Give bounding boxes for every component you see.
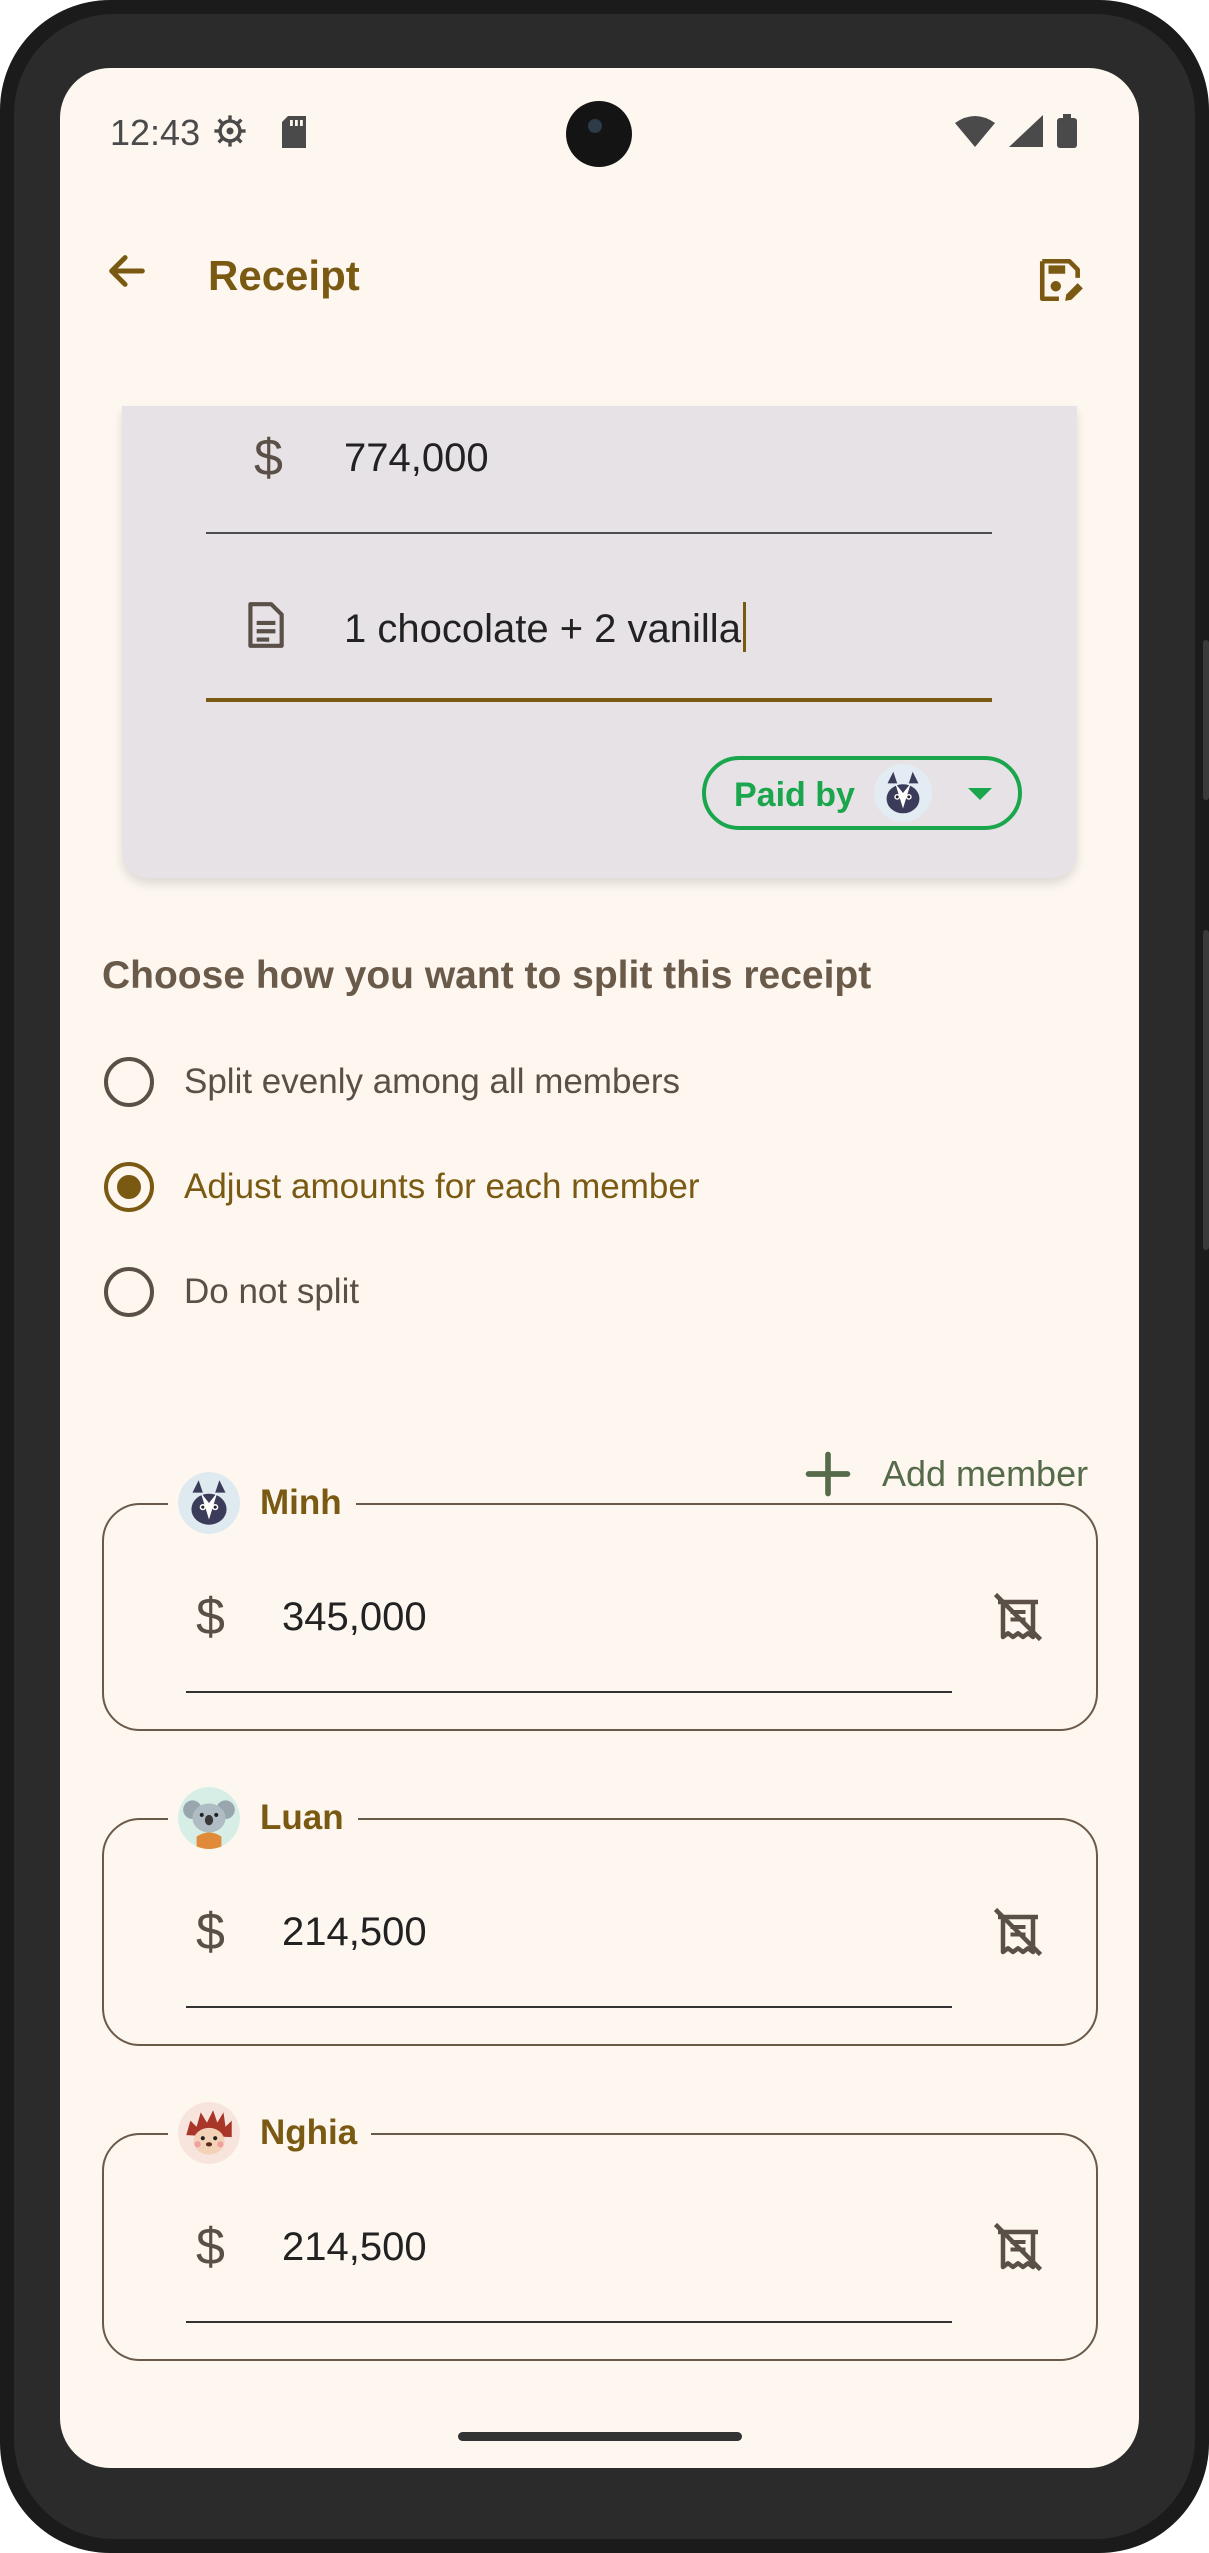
member-card-nghia: Nghia $ 214,500 bbox=[102, 2102, 1098, 2361]
save-edit-icon[interactable] bbox=[1036, 254, 1086, 306]
radio-label: Split evenly among all members bbox=[184, 1062, 681, 1101]
dollar-icon: $ bbox=[196, 1903, 225, 1961]
radio-button-icon[interactable] bbox=[104, 1267, 154, 1317]
member-header: Minh bbox=[168, 1472, 356, 1534]
member-amount-input[interactable]: 214,500 bbox=[282, 2225, 427, 2270]
radio-adjust-amounts[interactable]: Adjust amounts for each member bbox=[104, 1157, 700, 1217]
receipt-off-icon[interactable] bbox=[988, 1587, 1048, 1647]
member-name: Minh bbox=[260, 1483, 342, 1522]
member-header: Luan bbox=[168, 1787, 358, 1849]
plus-icon bbox=[805, 1451, 851, 1497]
radio-button-icon[interactable] bbox=[104, 1057, 154, 1107]
status-time: 12:43 bbox=[110, 112, 201, 153]
member-name: Luan bbox=[260, 1798, 344, 1837]
dollar-icon: $ bbox=[196, 2218, 225, 2276]
page-title: Receipt bbox=[208, 252, 360, 299]
note-underline-focused bbox=[206, 698, 992, 702]
radio-do-not-split[interactable]: Do not split bbox=[104, 1262, 359, 1322]
side-button bbox=[1203, 930, 1209, 1250]
amount-underline bbox=[186, 2321, 952, 2323]
note-icon bbox=[248, 602, 284, 648]
member-header: Nghia bbox=[168, 2102, 372, 2164]
front-camera bbox=[566, 101, 632, 167]
settings-gear-icon bbox=[214, 115, 246, 147]
sd-card-icon bbox=[282, 116, 306, 148]
dollar-icon: $ bbox=[254, 429, 283, 487]
member-card-luan: Luan $ 214,500 bbox=[102, 1787, 1098, 2046]
skunk-avatar-icon bbox=[178, 1472, 240, 1534]
skunk-avatar-icon bbox=[874, 764, 932, 822]
dropdown-arrow-icon bbox=[968, 788, 992, 800]
member-amount-input[interactable]: 214,500 bbox=[282, 1910, 427, 1955]
amount-underline bbox=[186, 2006, 952, 2008]
battery-icon bbox=[1057, 114, 1077, 148]
member-card-minh: Minh $ 345,000 bbox=[102, 1472, 1098, 1731]
member-name: Nghia bbox=[260, 2113, 358, 2152]
home-indicator[interactable] bbox=[458, 2432, 742, 2441]
side-button bbox=[1203, 640, 1209, 800]
amount-underline bbox=[186, 1691, 952, 1693]
status-icons bbox=[955, 114, 1077, 148]
radio-button-selected-icon[interactable] bbox=[104, 1162, 154, 1212]
text-cursor bbox=[742, 602, 746, 652]
koala-avatar-icon bbox=[178, 1787, 240, 1849]
add-member-label: Add member bbox=[882, 1453, 1089, 1494]
radio-label: Do not split bbox=[184, 1272, 360, 1311]
note-text: 1 chocolate + 2 vanilla bbox=[344, 607, 741, 651]
add-member-button[interactable]: Add member bbox=[802, 1448, 1088, 1500]
hedgehog-avatar-icon bbox=[178, 2102, 240, 2164]
signal-icon bbox=[1009, 115, 1043, 147]
screen: 12:43 Receipt $ 774,000 1 chocolate + 2 … bbox=[60, 68, 1139, 2468]
amount-underline bbox=[206, 532, 992, 534]
paid-by-label: Paid by bbox=[734, 776, 855, 814]
phone-frame: 12:43 Receipt $ 774,000 1 chocolate + 2 … bbox=[0, 0, 1209, 2553]
split-heading: Choose how you want to split this receip… bbox=[102, 954, 872, 997]
receipt-off-icon[interactable] bbox=[988, 1902, 1048, 1962]
paid-by-dropdown[interactable]: Paid by bbox=[702, 756, 1022, 830]
receipt-off-icon[interactable] bbox=[988, 2217, 1048, 2277]
member-amount-input[interactable]: 345,000 bbox=[282, 1595, 427, 1640]
receipt-note-input[interactable]: 1 chocolate + 2 vanilla bbox=[344, 602, 746, 652]
dollar-icon: $ bbox=[196, 1588, 225, 1646]
radio-split-evenly[interactable]: Split evenly among all members bbox=[104, 1052, 680, 1112]
receipt-amount-input[interactable]: 774,000 bbox=[344, 436, 489, 481]
wifi-icon bbox=[955, 116, 995, 147]
back-arrow-icon[interactable] bbox=[104, 248, 150, 294]
radio-label: Adjust amounts for each member bbox=[184, 1167, 700, 1206]
